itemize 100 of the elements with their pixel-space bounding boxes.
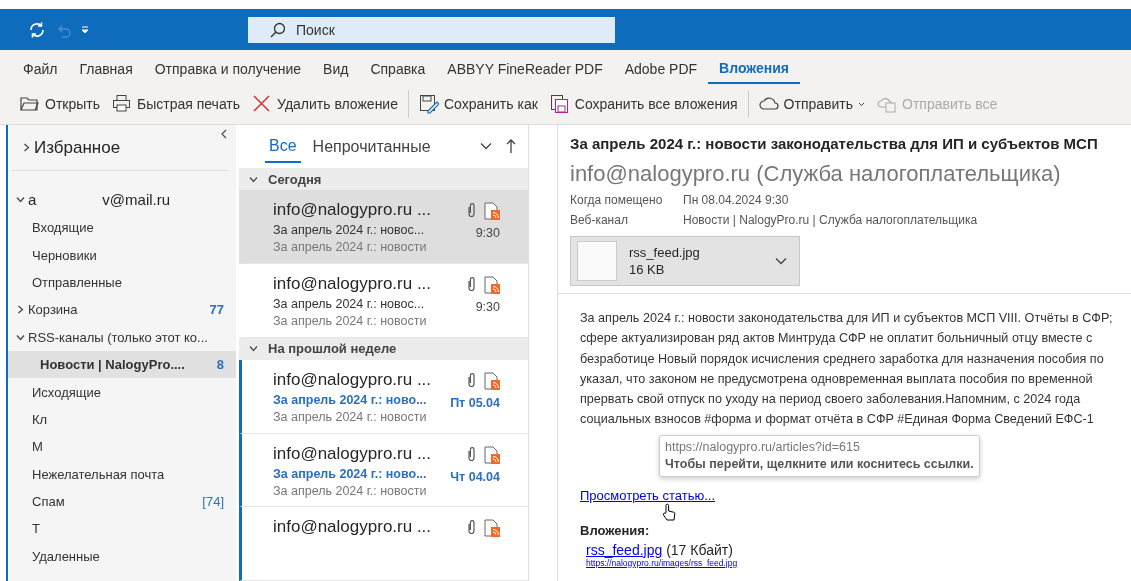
folder-item[interactable]: Нежелательная почта [8, 460, 236, 488]
message-item[interactable]: info@nalogypro.ru ... За апрель 2024 г.: ново... За апрель 2024 г.: новости Чт 04.04 [239, 433, 528, 508]
folder-item[interactable]: Исходящие [8, 378, 236, 406]
folder-item[interactable]: Отправленные [8, 268, 236, 297]
chevron-down-icon[interactable] [480, 142, 492, 151]
chevron-down-icon[interactable] [249, 174, 258, 184]
group-header[interactable]: На прошлой неделе [239, 337, 528, 361]
folder-item[interactable]: Черновики [8, 241, 236, 269]
message-item[interactable]: info@nalogypro.ru ... За апрель 2024 г.: ново... За апрель 2024 г.: новости Пт 05.04 [239, 360, 528, 434]
message-item[interactable]: info@nalogypro.ru ... [239, 507, 528, 581]
account-item[interactable]: a v@mail.ru [8, 171, 236, 214]
filter-tab[interactable]: Непрочитанные [308, 130, 435, 163]
message-sender: info@nalogypro.ru ... [273, 274, 433, 294]
folder-name: Новости | NalogyPro.... [40, 357, 186, 373]
field-label: Когда помещено [570, 193, 664, 207]
chevron-down-icon[interactable] [16, 332, 25, 342]
folder-name: Исходящие [32, 384, 102, 400]
group-header[interactable]: Сегодня [239, 167, 528, 191]
folder-name: Спам [32, 494, 66, 510]
folder-item[interactable]: Удаленные [8, 542, 236, 571]
arrow-up-icon[interactable] [506, 138, 516, 155]
toolbar-button[interactable]: Сохранить все вложения [543, 89, 744, 119]
paperclip-icon [467, 202, 476, 219]
folder-item[interactable]: Новости | NalogyPro.... 8 [8, 350, 236, 379]
message-item[interactable]: info@nalogypro.ru ... За апрель 2024 г.: новос... За апрель 2024 г.: новости 9:30 [239, 264, 528, 338]
message-sender: info@nalogypro.ru ... [273, 200, 433, 221]
toolbar-button[interactable]: Удалить вложение [246, 89, 404, 119]
folder-item[interactable]: RSS-каналы (только этот ко... [8, 323, 236, 351]
item-count: 8 [216, 357, 224, 373]
folder-name: Черновики [32, 247, 98, 263]
filter-tab[interactable]: Все [265, 129, 301, 164]
ribbon-tab[interactable]: Вид [312, 58, 360, 84]
printer-icon [112, 94, 132, 114]
toolbar-button[interactable]: Открыть [14, 89, 106, 119]
attachments-heading: Вложения: [580, 522, 651, 538]
field-value: Новости | NalogyPro.ru | Служба налогоплательщика [683, 213, 978, 227]
ribbon-tab[interactable]: Справка [359, 58, 437, 84]
message-sender: info@nalogypro.ru ... [273, 517, 433, 538]
attachment-link[interactable]: rss_feed.jpg [586, 541, 663, 558]
body-text: сфере актуализирован ряд актов Минтруда СФР не оплатит больничный отцу вместе с [580, 330, 1094, 348]
attachment-card[interactable]: rss_feed.jpg 16 KB [570, 236, 800, 286]
folder-item[interactable]: Спам [74] [8, 487, 236, 516]
collapse-icon[interactable] [220, 129, 228, 139]
sync-icon[interactable] [28, 20, 46, 39]
folder-name: М [32, 439, 44, 455]
message-subject: За апрель 2024 г.: новос... [273, 297, 426, 311]
group-label: На прошлой неделе [268, 341, 397, 357]
ribbon-tab[interactable]: Файл [12, 58, 69, 84]
save-icon [419, 94, 439, 114]
message-preview: За апрель 2024 г.: новости [273, 483, 428, 498]
body-text: безработице Новый порядок исчисления среднего заработка для назначения пособия по [580, 350, 1105, 368]
rss-file-icon [484, 372, 500, 391]
body-text: прервать свой отпуск по уходу на период своего заболевания.Напомним, с 2024 года [580, 391, 1082, 409]
field-label: Веб-канал [570, 213, 629, 227]
dropdown-icon[interactable] [80, 24, 90, 35]
folder-name: RSS-каналы (только этот ко... [28, 329, 209, 345]
chevron-right-icon[interactable] [22, 143, 31, 152]
folder-item[interactable]: М [8, 433, 236, 461]
item-count: [74] [202, 494, 224, 510]
sender-name: info@nalogypro.ru (Служба налогоплательщика) [570, 161, 1062, 187]
chevron-down-icon[interactable] [249, 344, 258, 354]
ribbon-tab[interactable]: Вложения [708, 58, 801, 84]
chevron-right-icon[interactable] [16, 305, 25, 315]
body-text: указал, что законом не предусмотрена одновременная выплата пособия по временной [580, 370, 1094, 388]
message-subject: За апрель 2024 г.: новос... [273, 223, 426, 238]
item-count: 77 [209, 302, 224, 318]
ribbon-tab[interactable]: Adobe PDF [613, 58, 709, 84]
message-subject: За апрель 2024 г.: ново... [273, 466, 428, 481]
ribbon-tab[interactable]: Отправка и получение [143, 58, 313, 84]
save-icon [549, 94, 570, 114]
message-time: 9:30 [475, 300, 500, 314]
ribbon-tab[interactable]: Главная [68, 58, 144, 84]
folder-name: Кл [32, 411, 49, 427]
message-sender: info@nalogypro.ru ... [273, 443, 433, 464]
article-link[interactable]: Просмотреть статью... [580, 487, 716, 503]
image-thumbnail [577, 241, 617, 281]
chevron-down-icon [775, 257, 787, 265]
rss-file-icon [484, 276, 500, 294]
favorites-item[interactable]: Избранное [12, 125, 228, 171]
toolbar-button[interactable]: Отправить [752, 89, 871, 119]
folder-item[interactable]: Входящие [8, 214, 236, 242]
toolbar-button[interactable]: Быстрая печать [106, 89, 247, 119]
rss-file-icon [484, 445, 500, 464]
close-icon [252, 94, 273, 114]
folder-icon [20, 94, 40, 114]
ribbon-tab[interactable]: ABBYY FineReader PDF [436, 58, 614, 84]
tooltip-url: https://nalogypro.ru/articles?id=615 [665, 439, 861, 456]
folder-item[interactable]: Кл [8, 405, 236, 434]
message-item[interactable]: info@nalogypro.ru ... За апрель 2024 г.: новос... За апрель 2024 г.: новости 9:30 [239, 190, 528, 264]
search-field[interactable]: Поиск [248, 16, 615, 43]
folder-item[interactable]: Корзина 77 [8, 296, 236, 324]
folder-name: Входящие [32, 220, 95, 236]
folder-name: Удаленные [32, 548, 101, 564]
folder-item[interactable]: Т [8, 515, 236, 543]
toolbar-button[interactable]: Сохранить как [413, 89, 544, 119]
chevron-down-icon[interactable] [16, 195, 25, 204]
message-subject: За апрель 2024 г.: ново... [273, 393, 428, 408]
paperclip-icon [467, 519, 476, 536]
attachment-size: (17 Кбайт) [665, 541, 733, 558]
attachment-url[interactable]: https://nalogypro.ru/images/rss_feed.jpg [586, 557, 1131, 568]
